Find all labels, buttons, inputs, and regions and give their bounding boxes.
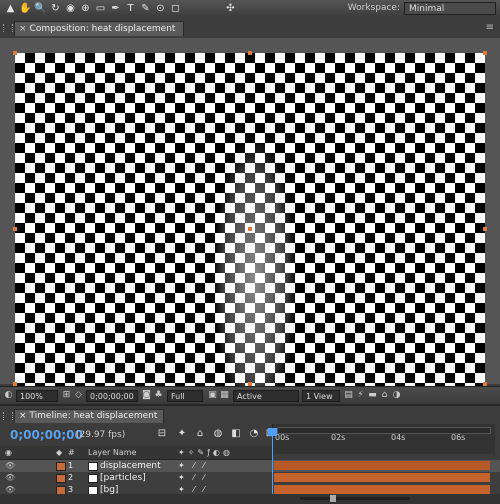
eraser-icon[interactable]: ◻ bbox=[169, 2, 182, 15]
visibility-eye-icon[interactable]: 👁 bbox=[5, 473, 15, 482]
playhead-handle[interactable] bbox=[268, 428, 277, 436]
bounding-handle[interactable] bbox=[483, 227, 487, 231]
bounding-handle[interactable] bbox=[483, 51, 487, 55]
region-of-interest-icon[interactable]: ▣ bbox=[207, 390, 218, 401]
layer-name-column-header[interactable]: Layer Name bbox=[88, 446, 136, 459]
visibility-eye-icon[interactable]: 👁 bbox=[5, 461, 15, 470]
draft-3d-icon[interactable]: ⌂ bbox=[194, 428, 206, 440]
heat-distortion bbox=[215, 143, 295, 413]
bounding-handle[interactable] bbox=[248, 227, 252, 231]
ruler-label: 02s bbox=[331, 433, 346, 442]
mask-visibility-icon[interactable]: ◇ bbox=[73, 390, 84, 401]
arrow-icon[interactable]: ▲ bbox=[4, 2, 17, 15]
tab-composition[interactable]: × Composition: heat displacement bbox=[14, 21, 185, 36]
workspace-select[interactable]: Minimal bbox=[404, 2, 496, 15]
composition-viewer[interactable] bbox=[0, 38, 500, 413]
layer-duration-bar[interactable] bbox=[274, 461, 490, 470]
pan-behind-icon[interactable]: ⊕ bbox=[79, 2, 92, 15]
close-icon[interactable]: × bbox=[19, 24, 27, 34]
layer-name[interactable]: displacement bbox=[100, 460, 161, 472]
current-time-field[interactable]: 0;00;00;00 bbox=[86, 390, 138, 402]
motion-blur-icon[interactable]: ◔ bbox=[248, 428, 260, 440]
visibility-eye-icon[interactable]: 👁 bbox=[5, 485, 15, 494]
tab-timeline[interactable]: × Timeline: heat displacement bbox=[14, 409, 165, 423]
composition-tab-title: Composition: heat displacement bbox=[29, 24, 176, 34]
camera-select[interactable]: Active Camera bbox=[233, 390, 299, 413]
unified-camera-icon[interactable]: ◉ bbox=[64, 2, 77, 15]
timeline-zoom-strip bbox=[0, 494, 500, 504]
layer-number: 1 bbox=[68, 461, 74, 470]
layer-label-color[interactable] bbox=[56, 462, 66, 471]
hide-shy-layers-icon[interactable]: ◍ bbox=[212, 428, 224, 440]
layer-name[interactable]: [particles] bbox=[100, 472, 146, 484]
flowchart-icon[interactable]: ⌂ bbox=[379, 390, 390, 401]
ruler-label: 04s bbox=[391, 433, 406, 442]
close-icon[interactable]: × bbox=[19, 411, 27, 421]
puppet-pin-icon[interactable]: ✣ bbox=[224, 2, 237, 15]
layer-number: 2 bbox=[68, 473, 74, 482]
panel-gripper[interactable] bbox=[3, 24, 13, 32]
live-update-icon[interactable]: ✦ bbox=[176, 428, 188, 440]
layer-switches[interactable]: ✦ ⁄ ⁄ bbox=[178, 461, 207, 470]
rotate-icon[interactable]: ↻ bbox=[49, 2, 62, 15]
snapshot-icon[interactable]: ◙ bbox=[141, 390, 152, 401]
show-snapshot-icon[interactable]: ♣ bbox=[153, 390, 164, 401]
composition-footer: ◐ 100% ⊞ ◇ 0;00;00;00 ◙ ♣ Full ▣ ▦ Activ… bbox=[0, 386, 500, 413]
layer-switches[interactable]: ✦ ⁄ ⁄ bbox=[178, 473, 207, 482]
toggle-pixel-aspect-icon[interactable]: ▤ bbox=[343, 390, 354, 401]
bounding-handle[interactable] bbox=[13, 51, 17, 55]
text-icon[interactable]: T bbox=[124, 2, 137, 15]
always-preview-icon[interactable]: ◐ bbox=[3, 390, 14, 401]
exposure-icon[interactable]: ◑ bbox=[391, 390, 402, 401]
timeline-icon[interactable]: ▬ bbox=[367, 390, 378, 401]
label-column-icon[interactable]: ◆ bbox=[56, 446, 62, 459]
layer-source-icon bbox=[88, 462, 98, 471]
zoom-slider-track[interactable] bbox=[300, 497, 410, 500]
magnification-select[interactable]: 100% bbox=[16, 390, 58, 402]
layer-column-header: ◉ ◆ # Layer Name ✦✧✎ƒ◐◍ bbox=[0, 446, 272, 460]
resolution-select[interactable]: Full bbox=[167, 390, 203, 402]
safe-zones-icon[interactable]: ⊞ bbox=[61, 390, 72, 401]
transparency-grid-icon[interactable]: ▦ bbox=[219, 390, 230, 401]
fast-previews-icon[interactable]: ⚡ bbox=[355, 390, 366, 401]
layer-duration-bar[interactable] bbox=[274, 473, 490, 482]
composition-panel: × Composition: heat displacement ≡ ◐ 100%… bbox=[0, 18, 500, 413]
timeline-current-time[interactable]: 0;00;00;00 bbox=[10, 428, 83, 442]
switches-column-icons: ✦✧✎ƒ◐◍ bbox=[178, 448, 233, 457]
mask-icon[interactable]: ▭ bbox=[94, 2, 107, 15]
pen-icon[interactable]: ✒ bbox=[109, 2, 122, 15]
view-layout-select[interactable]: 1 View bbox=[302, 390, 340, 402]
ruler-label: 00s bbox=[275, 433, 290, 442]
zoom-slider-knob[interactable] bbox=[330, 495, 336, 502]
panel-gripper[interactable] bbox=[3, 412, 13, 420]
tools-panel: ▲ ✋ 🔍 ↻ ◉ ⊕ ▭ ✒ T ✎ ⊙ ◻ ✣ Workspace: Minimal bbox=[0, 0, 500, 19]
frame-blending-icon[interactable]: ◧ bbox=[230, 428, 242, 440]
layer-source-icon bbox=[88, 474, 98, 483]
av-features-icon[interactable]: ◉ bbox=[5, 446, 12, 459]
layer-switches[interactable]: ✦ ⁄ ⁄ bbox=[178, 485, 207, 494]
number-column-header: # bbox=[68, 448, 75, 457]
layer-duration-bar[interactable] bbox=[274, 485, 490, 494]
timeline-tab-title: Timeline: heat displacement bbox=[29, 411, 158, 421]
timeline-panel: × Timeline: heat displacement 0;00;00;00… bbox=[0, 404, 500, 504]
workspace-label: Workspace: bbox=[347, 3, 400, 13]
zoom-icon[interactable]: 🔍 bbox=[34, 2, 47, 15]
brush-icon[interactable]: ✎ bbox=[139, 2, 152, 15]
composition-mini-flowchart-icon[interactable]: ⊟ bbox=[156, 428, 168, 440]
layer-label-color[interactable] bbox=[56, 474, 66, 483]
clone-stamp-icon[interactable]: ⊙ bbox=[154, 2, 167, 15]
frame-rate: (29.97 fps) bbox=[76, 430, 126, 440]
bounding-handle[interactable] bbox=[13, 227, 17, 231]
ruler-label: 06s bbox=[451, 433, 466, 442]
panel-menu-icon[interactable]: ≡ bbox=[486, 22, 494, 33]
time-ruler[interactable]: 00s 02s 04s 06s bbox=[272, 424, 495, 454]
hand-icon[interactable]: ✋ bbox=[19, 2, 32, 15]
bounding-handle[interactable] bbox=[248, 51, 252, 55]
